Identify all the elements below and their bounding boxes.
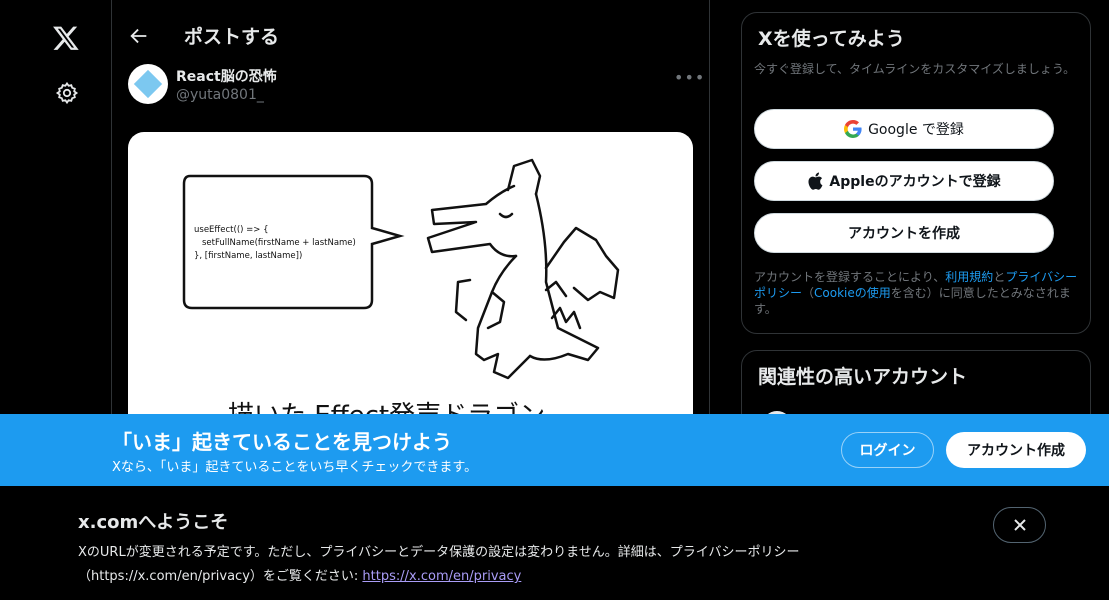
avatar[interactable]	[128, 64, 168, 104]
gear-icon[interactable]	[55, 81, 79, 105]
banner-subheading: Xなら、「いま」起きていることをいち早くチェックできます。	[112, 460, 478, 475]
google-signup-label: Google で登録	[868, 122, 964, 138]
domain-notice: x.comへようこそ XのURLが変更される予定です。ただし、プライバシーとデー…	[0, 486, 1109, 600]
cookie-link[interactable]: Cookieの使用	[814, 286, 891, 300]
terms-paren: （	[802, 286, 815, 300]
apple-signup-label: Appleのアカウントで登録	[829, 174, 1001, 190]
apple-signup-button[interactable]: Appleのアカウントで登録	[754, 161, 1054, 201]
notice-title: x.comへようこそ	[78, 512, 229, 533]
notice-text: XのURLが変更される予定です。ただし、プライバシーとデータ保護の設定は変わりま…	[78, 541, 948, 589]
create-account-label: アカウントを作成	[848, 226, 960, 242]
close-icon	[1013, 519, 1026, 531]
create-account-button[interactable]: アカウントを作成	[754, 213, 1054, 253]
post-image[interactable]: useEffect(() => { setFullName(firstName …	[128, 132, 693, 432]
google-icon	[844, 120, 862, 138]
more-options-icon[interactable]: •••	[674, 68, 705, 87]
terms-before: アカウントを登録することにより、	[754, 270, 946, 284]
diamond-avatar-icon	[133, 69, 163, 99]
banner-heading: 「いま」起きていることを見つけよう	[112, 430, 452, 454]
terms-text: アカウントを登録することにより、利用規約とプライバシーポリシー（Cookieの使…	[754, 269, 1084, 317]
notice-close-button[interactable]	[993, 507, 1046, 543]
code-line-3: }, [firstName, lastName])	[194, 251, 302, 261]
signup-subtitle: 今すぐ登録して、タイムラインをカスタマイズしましょう。	[754, 62, 1076, 76]
terms-and: と	[993, 270, 1006, 284]
privacy-url-link[interactable]: https://x.com/en/privacy	[362, 569, 521, 584]
related-title: 関連性の高いアカウント	[758, 366, 968, 388]
dragon-illustration: useEffect(() => { setFullName(firstName …	[182, 158, 620, 431]
user-handle[interactable]: @yuta0801_	[176, 87, 264, 103]
code-line-1: useEffect(() => {	[194, 225, 269, 235]
x-logo-icon[interactable]	[52, 24, 80, 52]
login-button[interactable]: ログイン	[841, 432, 934, 468]
user-name[interactable]: React脳の恐怖	[176, 66, 277, 86]
page-title: ポストする	[184, 26, 280, 48]
code-line-2: setFullName(firstName + lastName)	[202, 238, 356, 248]
signup-card: Xを使ってみよう 今すぐ登録して、タイムラインをカスタマイズしましょう。 Goo…	[741, 12, 1091, 334]
arrow-left-icon[interactable]	[128, 25, 150, 47]
banner-create-account-button[interactable]: アカウント作成	[946, 432, 1086, 468]
terms-link[interactable]: 利用規約	[945, 270, 993, 284]
apple-icon	[808, 172, 823, 190]
signup-title: Xを使ってみよう	[758, 28, 905, 50]
login-banner: 「いま」起きていることを見つけよう Xなら、「いま」起きていることをいち早くチェ…	[0, 414, 1109, 486]
google-signup-button[interactable]: Google で登録	[754, 109, 1054, 149]
